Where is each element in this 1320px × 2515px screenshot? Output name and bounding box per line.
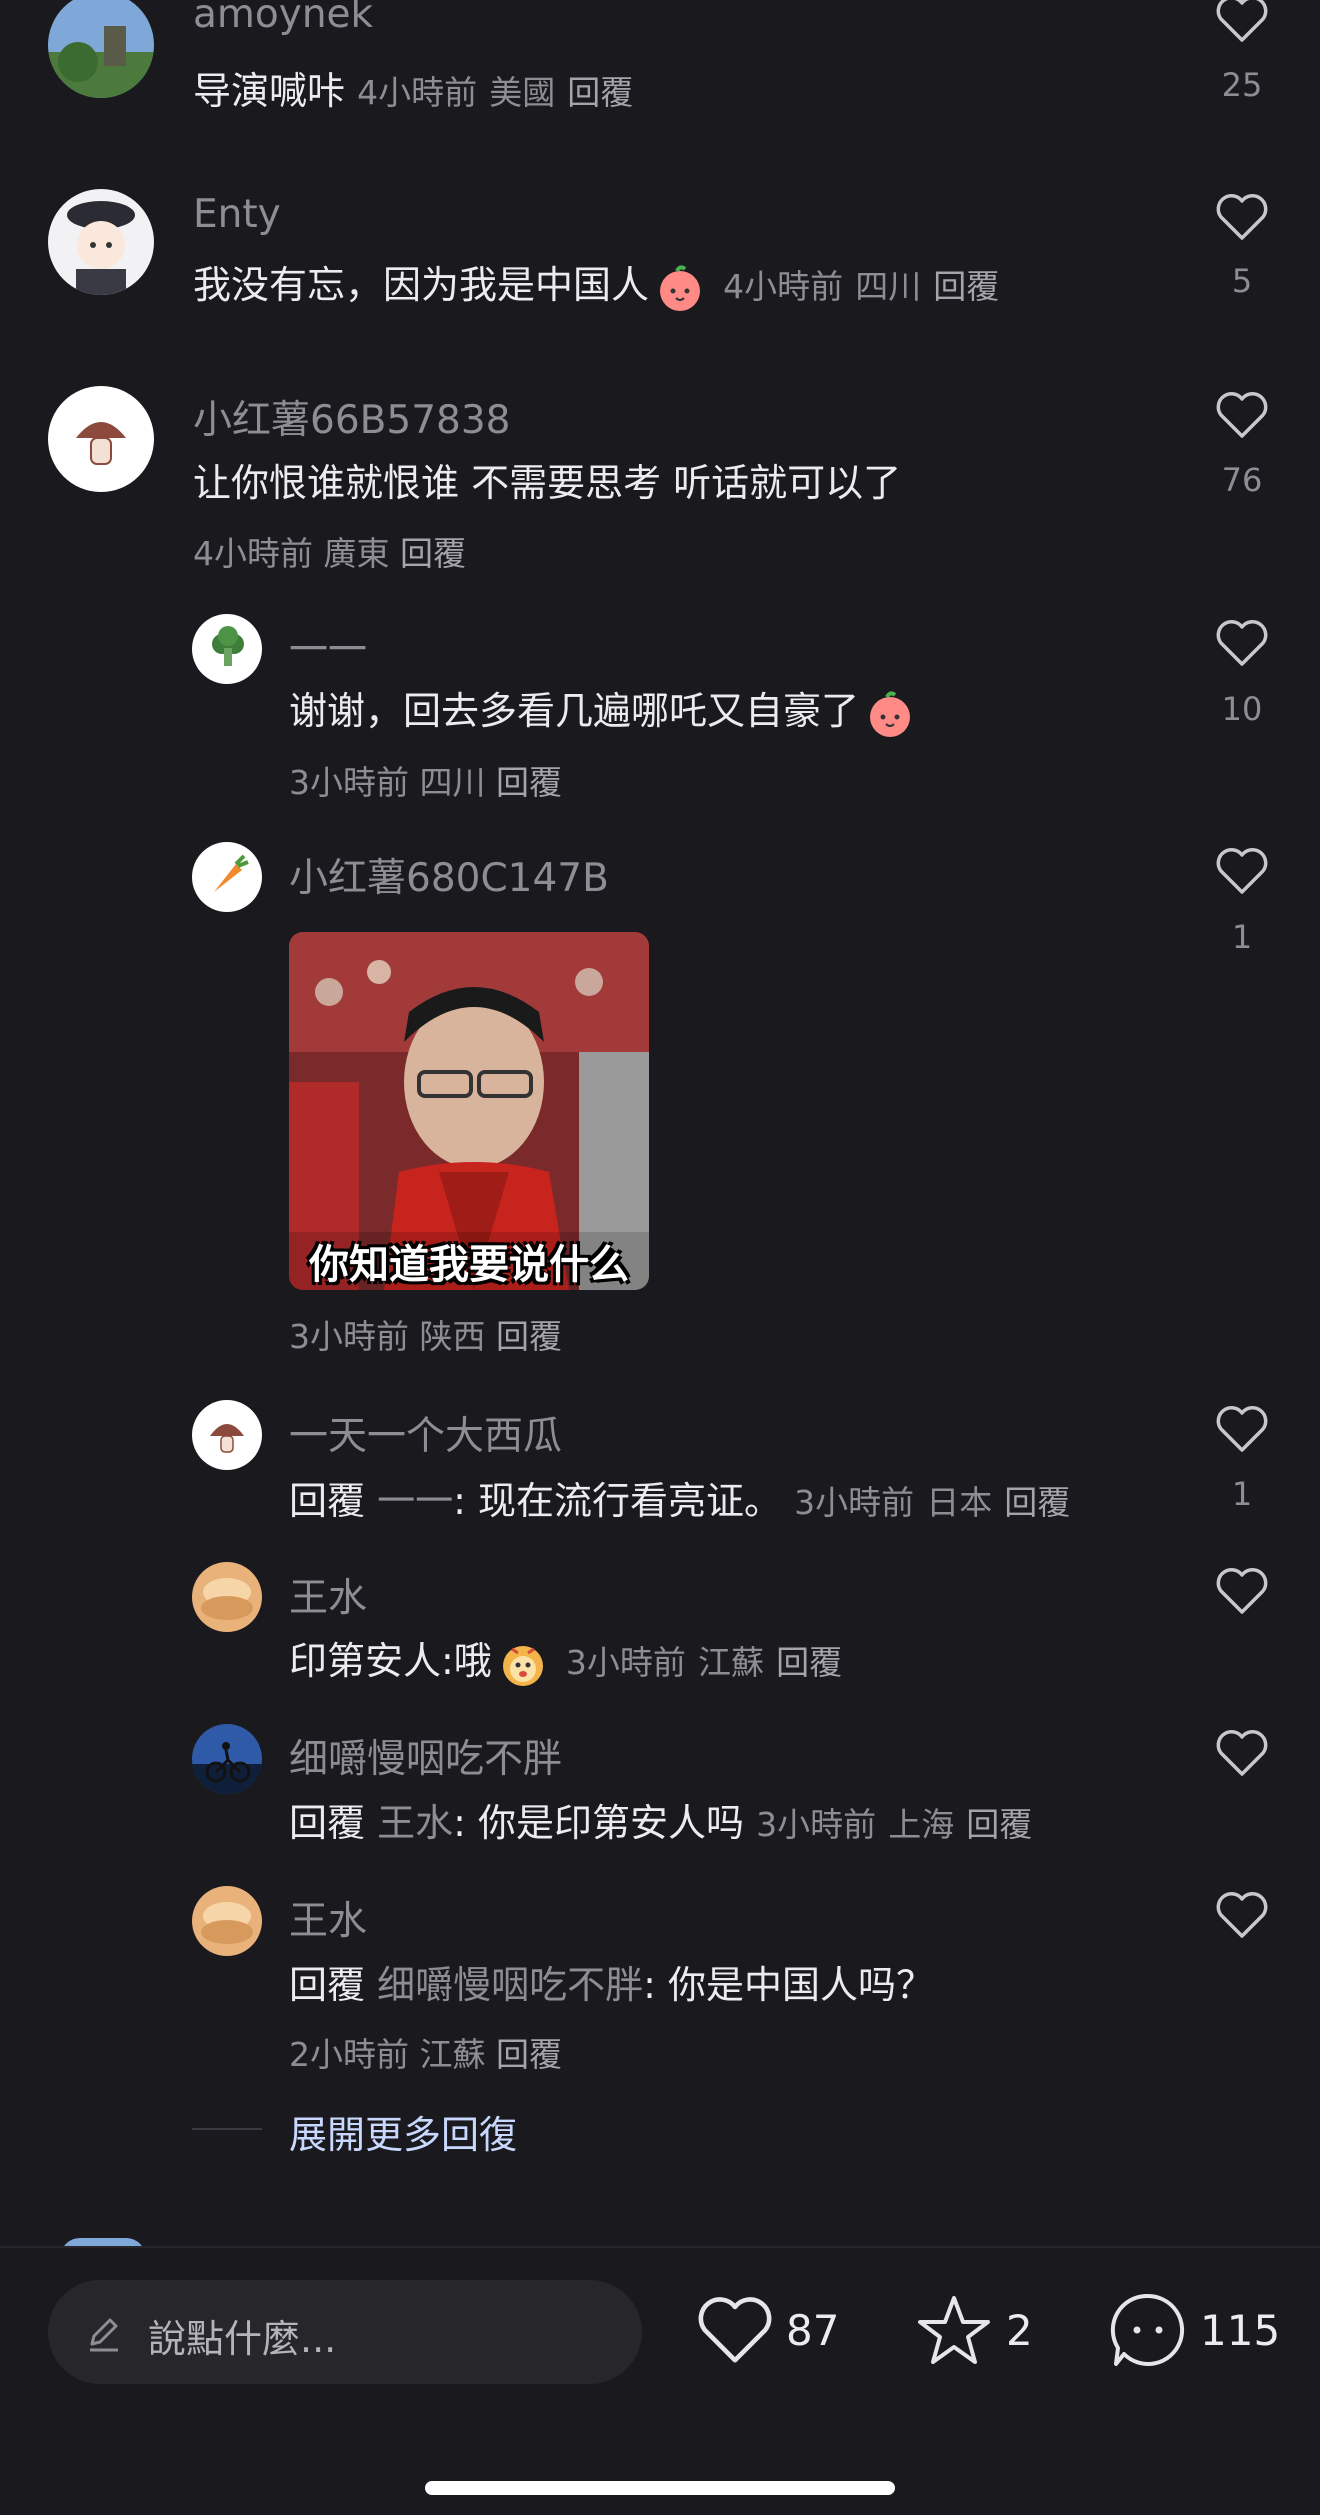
reply-text: 印第安人:哦 — [289, 1639, 492, 1683]
avatar[interactable] — [192, 1886, 262, 1956]
comment-total: 115 — [1200, 2306, 1281, 2355]
avatar[interactable] — [192, 1400, 262, 1470]
reply-location: 日本 — [926, 1483, 993, 1522]
like-count: 25 — [1221, 66, 1263, 104]
pencil-icon — [90, 2318, 118, 2352]
reply-text: : 你是中国人吗？ — [643, 1963, 935, 2007]
reply-image[interactable]: 你知道我要说什么 — [289, 932, 649, 1290]
comment-time: 4小時前 — [193, 534, 313, 573]
heart-icon[interactable] — [1215, 192, 1269, 242]
heart-icon[interactable] — [1215, 1404, 1269, 1454]
star-total: 2 — [1006, 2306, 1033, 2355]
comment-text: 导演喊咔 — [193, 69, 346, 113]
like-total: 87 — [786, 2306, 840, 2355]
reply-text: 谢谢，回去多看几遍哪吒又自豪了 — [289, 689, 860, 733]
mention-link[interactable]: 一一 — [377, 1479, 453, 1523]
bottom-action-bar: 說點什麼... 87 2 115 — [0, 2246, 1320, 2515]
expand-divider — [192, 2128, 262, 2130]
avatar[interactable] — [192, 1724, 262, 1794]
reply-author[interactable]: 一一 — [289, 619, 367, 675]
reply-author[interactable]: 一天一个大西瓜 — [289, 1405, 562, 1461]
monkey-emoji-icon — [502, 1645, 543, 1686]
comment-bubble-icon[interactable] — [1108, 2290, 1188, 2370]
avatar[interactable] — [192, 842, 262, 912]
comment-location: 廣東 — [323, 534, 390, 573]
like-count: 10 — [1221, 690, 1263, 728]
avatar[interactable] — [192, 614, 262, 684]
reply-prefix: 回覆 — [289, 1479, 366, 1523]
comment-text: 让你恨谁就恨谁 不需要思考 听话就可以了 — [193, 461, 902, 505]
reply-time: 2小時前 — [289, 2035, 409, 2074]
reply-button[interactable]: 回覆 — [496, 763, 562, 802]
reply-button[interactable]: 回覆 — [400, 534, 466, 573]
avatar[interactable] — [48, 189, 154, 295]
heart-icon[interactable] — [1215, 618, 1269, 668]
reply-button[interactable]: 回覆 — [567, 73, 633, 112]
reply-location: 四川 — [419, 763, 486, 802]
heart-icon[interactable] — [1215, 390, 1269, 440]
reply-time: 3小時前 — [565, 1643, 686, 1682]
reply-time: 3小時前 — [289, 1317, 409, 1356]
like-heart-icon[interactable] — [696, 2294, 774, 2366]
reply-time: 3小時前 — [289, 763, 409, 802]
reply-location: 上海 — [888, 1805, 955, 1844]
reply-prefix: 回覆 — [289, 1963, 366, 2007]
comment-text: 我没有忘，因为我是中国人 — [193, 263, 650, 307]
reply-author[interactable]: 细嚼慢咽吃不胖 — [289, 1728, 562, 1784]
reply-button[interactable]: 回覆 — [496, 1317, 562, 1356]
reply-button[interactable]: 回覆 — [933, 267, 999, 306]
reply-button[interactable]: 回覆 — [496, 2035, 562, 2074]
comment-time: 4小時前 — [357, 73, 478, 112]
peach-emoji-icon — [870, 690, 911, 737]
reply-location: 江蘇 — [419, 2035, 486, 2074]
reply-author[interactable]: 王水 — [289, 1890, 367, 1946]
heart-icon[interactable] — [1215, 1566, 1269, 1616]
reply-text: : 你是印第安人吗 — [453, 1801, 745, 1845]
like-count: 1 — [1231, 918, 1253, 956]
mention-link[interactable]: 细嚼慢咽吃不胖 — [377, 1963, 643, 2007]
avatar[interactable] — [48, 0, 154, 98]
comment-location: 美國 — [489, 73, 556, 112]
star-icon[interactable] — [914, 2292, 994, 2368]
heart-icon[interactable] — [1215, 1890, 1269, 1940]
comment-author[interactable]: Enty — [193, 192, 281, 237]
heart-icon[interactable] — [1215, 0, 1269, 44]
comment-author[interactable]: amoynek — [193, 0, 373, 37]
avatar[interactable] — [192, 1562, 262, 1632]
mention-link[interactable]: 王水 — [377, 1801, 453, 1845]
reply-location: 陕西 — [419, 1317, 486, 1356]
reply-time: 3小時前 — [794, 1483, 915, 1522]
reply-location: 江蘇 — [698, 1643, 764, 1682]
reply-prefix: 回覆 — [289, 1801, 366, 1845]
comment-time: 4小時前 — [723, 267, 844, 306]
like-count: 5 — [1231, 262, 1253, 300]
like-count: 76 — [1221, 461, 1263, 499]
comment-input-placeholder: 說點什麼... — [148, 2317, 337, 2361]
comment-author[interactable]: 小红薯66B57838 — [193, 389, 510, 445]
reply-author[interactable]: 王水 — [289, 1567, 367, 1623]
reply-button[interactable]: 回覆 — [1004, 1483, 1070, 1522]
reply-button[interactable]: 回覆 — [966, 1805, 1032, 1844]
reply-text: : 现在流行看亮证。 — [453, 1479, 783, 1523]
avatar[interactable] — [48, 386, 154, 492]
reply-button[interactable]: 回覆 — [776, 1643, 842, 1682]
expand-more-replies-button[interactable]: 展開更多回復 — [289, 2104, 517, 2159]
comment-input[interactable]: 說點什麼... — [48, 2280, 642, 2384]
reply-author[interactable]: 小红薯680C147B — [289, 847, 609, 903]
heart-icon[interactable] — [1215, 1728, 1269, 1778]
image-caption: 你知道我要说什么 — [309, 1242, 629, 1288]
reply-time: 3小時前 — [756, 1805, 877, 1844]
comment-location: 四川 — [855, 267, 922, 306]
like-count: 1 — [1231, 1475, 1253, 1513]
home-indicator[interactable] — [425, 2481, 895, 2495]
peach-emoji-icon — [660, 264, 701, 311]
heart-icon[interactable] — [1215, 846, 1269, 896]
